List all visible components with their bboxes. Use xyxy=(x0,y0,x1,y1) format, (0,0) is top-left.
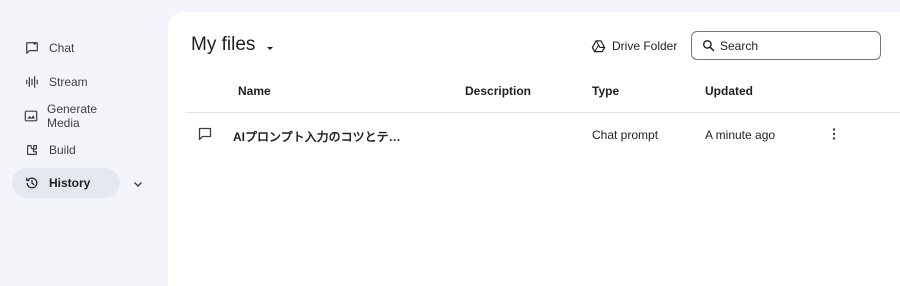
search-input[interactable] xyxy=(720,38,870,53)
stream-icon xyxy=(24,74,40,90)
sidebar-item-label: Generate Media xyxy=(47,102,98,130)
sidebar-item-chat[interactable]: Chat xyxy=(12,33,120,63)
drive-folder-button[interactable]: Drive Folder xyxy=(591,35,677,57)
sidebar-item-label: History xyxy=(49,176,91,190)
chat-bubble-icon xyxy=(198,127,212,141)
chat-icon xyxy=(24,40,40,56)
search-icon xyxy=(702,39,720,52)
history-icon xyxy=(24,175,40,191)
file-updated: A minute ago xyxy=(705,128,776,142)
build-icon xyxy=(24,142,40,158)
sidebar: Chat Stream Generate Media Build History xyxy=(0,0,166,286)
column-header-description[interactable]: Description xyxy=(465,84,531,98)
table-row[interactable]: AIプロンプト入力のコツとテ… Chat prompt A minute ago xyxy=(186,115,900,151)
main-panel: My files Drive Folder Name Description T… xyxy=(168,12,900,286)
file-type: Chat prompt xyxy=(592,128,659,142)
caret-down-icon xyxy=(265,40,275,50)
column-header-type[interactable]: Type xyxy=(592,84,619,98)
column-header-name[interactable]: Name xyxy=(238,84,271,98)
drive-folder-label: Drive Folder xyxy=(612,39,678,53)
google-drive-icon xyxy=(591,39,612,54)
more-options-icon[interactable] xyxy=(827,126,841,142)
file-name[interactable]: AIプロンプト入力のコツとテ… xyxy=(233,128,401,145)
sidebar-item-history[interactable]: History xyxy=(12,168,120,198)
chevron-down-icon[interactable] xyxy=(132,177,144,189)
sidebar-item-label: Stream xyxy=(49,75,88,89)
column-header-updated[interactable]: Updated xyxy=(705,84,753,98)
generate-media-icon xyxy=(24,108,38,124)
sidebar-item-label: Build xyxy=(49,143,76,157)
sidebar-item-label: Chat xyxy=(49,41,75,55)
header-divider xyxy=(186,112,900,113)
sidebar-item-generate-media[interactable]: Generate Media xyxy=(12,101,120,131)
page-title: My files xyxy=(191,34,256,55)
search-box[interactable] xyxy=(691,31,881,60)
sidebar-item-build[interactable]: Build xyxy=(12,135,120,165)
sidebar-item-stream[interactable]: Stream xyxy=(12,67,120,97)
page-title-dropdown[interactable]: My files xyxy=(191,34,275,56)
